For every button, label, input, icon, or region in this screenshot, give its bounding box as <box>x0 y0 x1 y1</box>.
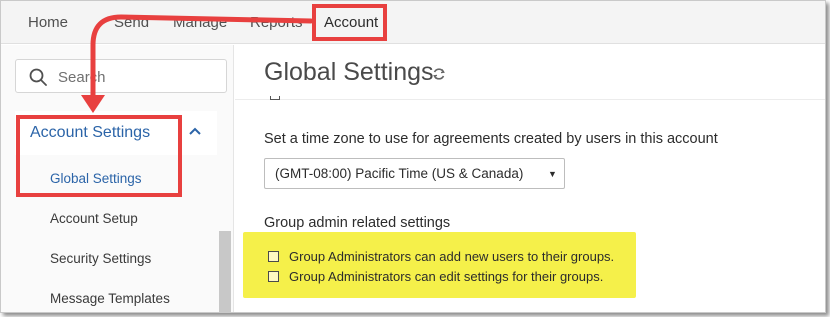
timezone-select[interactable]: (GMT-08:00) Pacific Time (US & Canada) ▼ <box>264 158 565 189</box>
nav-send[interactable]: Send <box>114 14 149 31</box>
search-placeholder: Search <box>58 69 106 86</box>
annotation-box-account-settings <box>16 115 182 197</box>
refresh-icon[interactable] <box>432 67 446 81</box>
checkbox-edit-settings[interactable] <box>268 271 279 282</box>
timezone-selected-value: (GMT-08:00) Pacific Time (US & Canada) <box>275 166 524 181</box>
highlight-callout <box>243 232 636 298</box>
partial-checkbox[interactable] <box>270 96 280 100</box>
checkbox-label-add-users: Group Administrators can add new users t… <box>289 249 615 264</box>
annotation-box-account <box>312 4 387 41</box>
search-input[interactable]: Search <box>15 59 227 93</box>
sidebar-item-security-settings[interactable]: Security Settings <box>50 251 151 266</box>
group-admin-heading: Group admin related settings <box>264 215 451 231</box>
sidebar-item-message-templates[interactable]: Message Templates <box>50 291 170 306</box>
chevron-up-icon[interactable] <box>189 126 201 136</box>
page-title: Global Settings <box>264 58 434 86</box>
main-content: Global Settings Set a time zone to use f… <box>235 45 825 312</box>
nav-reports[interactable]: Reports <box>250 14 303 31</box>
nav-manage[interactable]: Manage <box>173 14 227 31</box>
checkbox-label-edit-settings: Group Administrators can edit settings f… <box>289 269 604 284</box>
checkbox-add-users[interactable] <box>268 251 279 262</box>
sidebar-item-account-setup[interactable]: Account Setup <box>50 211 138 226</box>
app-window: Home Send Manage Reports Account Search … <box>0 0 826 313</box>
top-navigation: Home Send Manage Reports Account <box>1 1 825 44</box>
sidebar-scrollbar-thumb[interactable] <box>219 231 231 312</box>
nav-home[interactable]: Home <box>28 14 68 31</box>
dropdown-arrow-icon: ▼ <box>548 169 557 179</box>
search-icon <box>29 68 47 86</box>
title-divider <box>235 99 825 100</box>
timezone-label: Set a time zone to use for agreements cr… <box>264 131 718 147</box>
